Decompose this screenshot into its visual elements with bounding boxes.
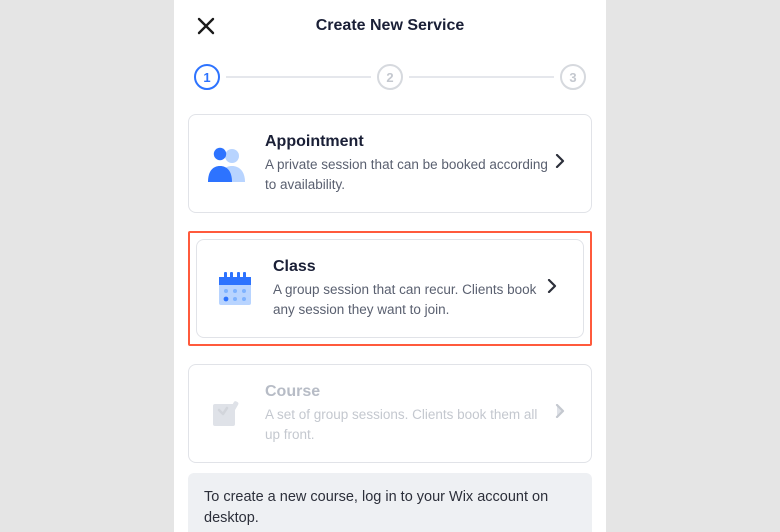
chevron-right-icon [555,154,575,173]
option-desc: A group session that can recur. Clients … [273,280,547,319]
option-title: Course [265,383,555,401]
option-desc: A set of group sessions. Clients book th… [265,405,555,444]
option-title: Class [273,258,547,276]
modal-header: Create New Service [174,0,606,48]
option-course: Course A set of group sessions. Clients … [188,364,592,463]
option-body: Class A group session that can recur. Cl… [273,258,547,319]
progress-stepper: 1 2 3 [174,48,606,114]
step-2: 2 [377,64,403,90]
option-body: Appointment A private session that can b… [265,133,555,194]
service-type-list: Appointment A private session that can b… [174,114,606,463]
option-body: Course A set of group sessions. Clients … [265,383,555,444]
step-3: 3 [560,64,586,90]
step-1: 1 [194,64,220,90]
create-service-modal: Create New Service 1 2 3 Appointment A p… [174,0,606,532]
highlighted-option: Class A group session that can recur. Cl… [188,231,592,346]
modal-title: Create New Service [194,17,586,35]
desktop-notice: To create a new course, log in to your W… [188,473,592,532]
chevron-right-icon [555,404,575,423]
option-desc: A private session that can be booked acc… [265,155,555,194]
step-connector [226,76,371,78]
option-title: Appointment [265,133,555,151]
people-icon [205,142,249,186]
chevron-right-icon [547,279,567,298]
option-class[interactable]: Class A group session that can recur. Cl… [196,239,584,338]
course-icon [205,392,249,436]
step-connector [409,76,554,78]
calendar-icon [213,267,257,311]
option-appointment[interactable]: Appointment A private session that can b… [188,114,592,213]
